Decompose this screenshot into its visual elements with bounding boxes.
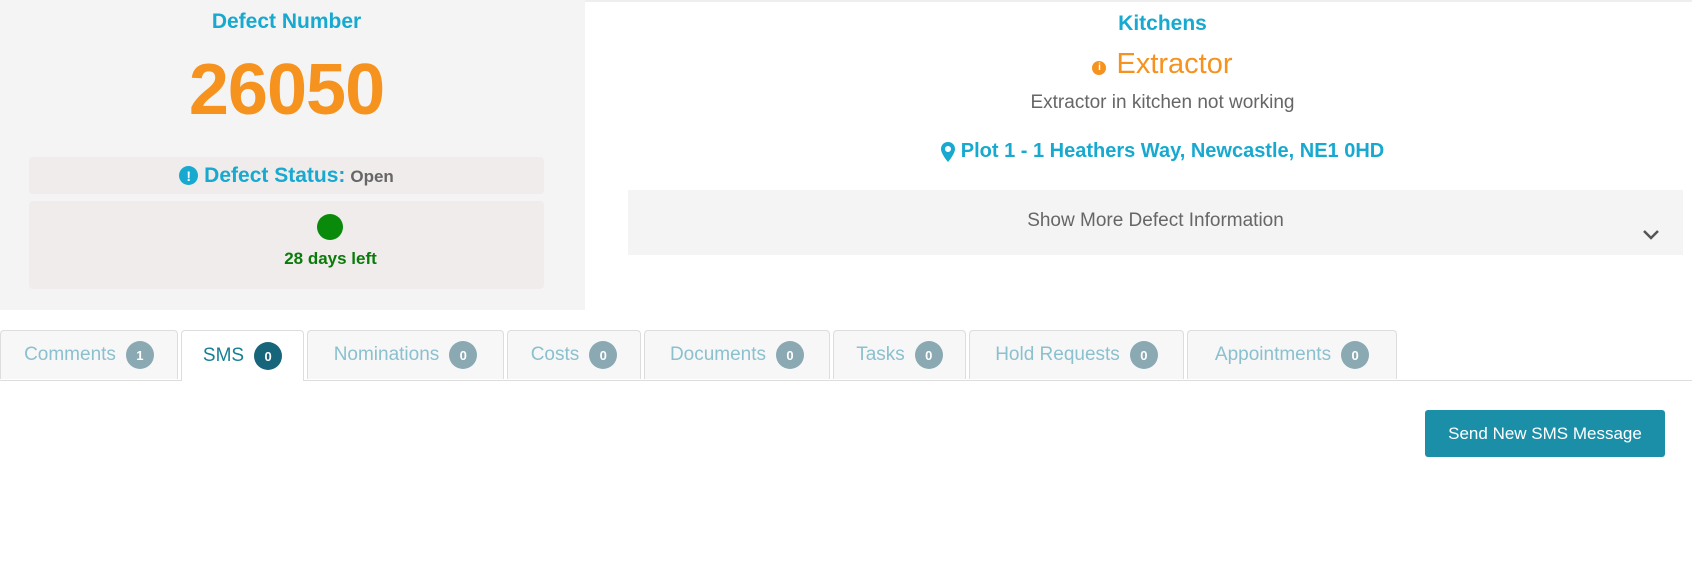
defect-address-text: Plot 1 - 1 Heathers Way, Newcastle, NE1 … <box>960 140 1385 162</box>
defect-number-label: Defect Number <box>211 10 362 33</box>
defect-item-title: i Extractor <box>585 48 1692 81</box>
tab-count-badge: 0 <box>1341 341 1370 369</box>
tab-label: Tasks <box>856 344 905 365</box>
tab-count-badge: 0 <box>914 341 943 369</box>
tab-label: SMS <box>202 345 245 366</box>
tab-label: Documents <box>669 344 767 365</box>
send-new-sms-button[interactable]: Send New SMS Message <box>1425 410 1665 457</box>
defect-address[interactable]: Plot 1 - 1 Heathers Way, Newcastle, NE1 … <box>585 140 1692 163</box>
defect-category: Kitchens <box>1118 12 1207 35</box>
tab-count-badge: 0 <box>254 342 283 370</box>
tab-count-badge: 0 <box>1129 341 1158 369</box>
defect-number: 26050 <box>188 50 385 130</box>
tab-count-badge: 0 <box>776 341 805 369</box>
exclamation-icon: ! <box>179 166 199 185</box>
show-more-info-label: Show More Defect Information <box>1027 210 1284 231</box>
tab-documents[interactable]: Documents 0 <box>644 330 830 379</box>
defect-status-box: ! Defect Status: Open <box>29 157 544 194</box>
tab-costs[interactable]: Costs 0 <box>507 330 641 379</box>
defect-description: Extractor in kitchen not working <box>1030 92 1295 113</box>
tab-hold-requests[interactable]: Hold Requests 0 <box>969 330 1184 379</box>
defect-status-label: Defect Status: <box>204 163 346 187</box>
days-left-text: 28 days left <box>284 249 377 268</box>
days-left-box: 28 days left <box>29 201 544 289</box>
tab-tasks[interactable]: Tasks 0 <box>833 330 966 379</box>
tab-count-badge: 1 <box>125 341 154 369</box>
defect-tabs: Comments 1 SMS 0 Nominations 0 Costs 0 D… <box>0 330 1692 381</box>
defect-status-value: Open <box>350 167 394 186</box>
tab-sms[interactable]: SMS 0 <box>181 330 304 381</box>
tab-label: Nominations <box>333 344 440 365</box>
status-dot-icon <box>317 214 343 240</box>
tab-nominations[interactable]: Nominations 0 <box>307 330 504 379</box>
defect-item-name: Extractor <box>1116 48 1233 80</box>
show-more-info-toggle[interactable]: Show More Defect Information <box>628 190 1683 255</box>
tab-count-badge: 0 <box>589 341 618 369</box>
tab-label: Comments <box>24 344 116 365</box>
defect-summary-panel: Defect Number 26050 ! Defect Status: Ope… <box>0 0 585 310</box>
tab-label: Costs <box>530 344 580 365</box>
tab-appointments[interactable]: Appointments 0 <box>1187 330 1397 379</box>
tab-label: Appointments <box>1214 344 1332 365</box>
info-icon[interactable]: i <box>1092 60 1107 75</box>
tab-comments[interactable]: Comments 1 <box>0 330 178 379</box>
defect-details-panel: Kitchens i Extractor Extractor in kitche… <box>585 2 1692 310</box>
tab-label: Hold Requests <box>995 344 1120 365</box>
tab-count-badge: 0 <box>449 341 478 369</box>
chevron-down-icon <box>1643 230 1659 240</box>
map-pin-icon <box>940 141 955 162</box>
